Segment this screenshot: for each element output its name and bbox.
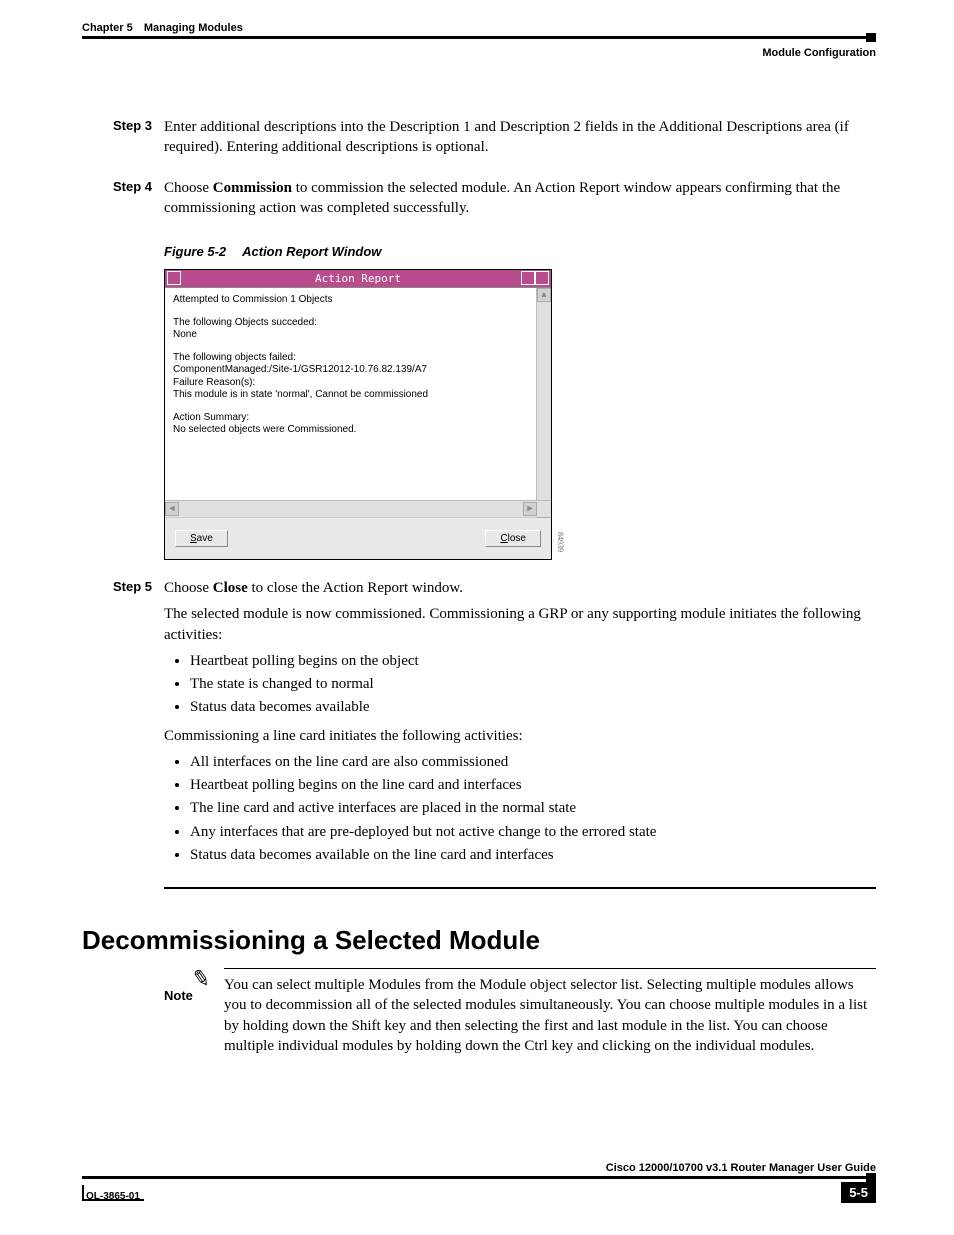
activity-list-1: Heartbeat polling begins on the object T… <box>164 651 876 718</box>
scroll-right-icon[interactable]: ► <box>523 502 537 516</box>
report-text-area: Attempted to Commission 1 Objects The fo… <box>165 288 536 500</box>
minimize-icon[interactable] <box>521 271 535 285</box>
footer-rule <box>82 1176 876 1179</box>
window-titlebar: Action Report <box>165 270 551 287</box>
figure-caption: Figure 5-2Action Report Window <box>164 244 876 259</box>
step-label: Step 4 <box>82 178 164 225</box>
list-item: The state is changed to normal <box>190 674 876 694</box>
window-title: Action Report <box>315 272 401 285</box>
page-number: 5-5 <box>841 1182 876 1203</box>
list-item: Heartbeat polling begins on the line car… <box>190 775 876 795</box>
list-item: Status data becomes available on the lin… <box>190 845 876 865</box>
guide-title: Cisco 12000/10700 v3.1 Router Manager Us… <box>82 1162 876 1174</box>
section-divider <box>164 887 876 889</box>
pencil-icon: ✎ <box>189 965 212 994</box>
scroll-up-icon[interactable]: ▲ <box>537 288 551 302</box>
section-heading: Decommissioning a Selected Module <box>82 925 876 956</box>
step-para: The selected module is now commissioned.… <box>164 604 876 645</box>
figure-ref-number: 84939 <box>556 532 565 552</box>
doc-number: OL-3865-01 <box>86 1191 140 1202</box>
note-text: You can select multiple Modules from the… <box>224 968 876 1056</box>
chapter-title: Managing Modules <box>144 22 243 34</box>
save-button[interactable]: Save <box>175 530 228 547</box>
action-report-window: Action Report Attempted to Commission 1 … <box>164 269 552 560</box>
list-item: All interfaces on the line card are also… <box>190 752 876 772</box>
button-row: Save Close <box>165 517 551 559</box>
vertical-scrollbar[interactable]: ▲ ▼ <box>536 288 551 500</box>
list-item: The line card and active interfaces are … <box>190 798 876 818</box>
maximize-icon[interactable] <box>535 271 549 285</box>
step-text: Choose Commission to commission the sele… <box>164 178 876 219</box>
section-label: Module Configuration <box>82 47 876 59</box>
list-item: Any interfaces that are pre-deployed but… <box>190 822 876 842</box>
window-menu-icon[interactable] <box>167 271 181 285</box>
scroll-left-icon[interactable]: ◄ <box>165 502 179 516</box>
step-5: Step 5 Choose Close to close the Action … <box>82 578 876 873</box>
horizontal-scrollbar[interactable]: ◄ ► <box>165 500 551 517</box>
figure-5-2: Figure 5-2Action Report Window Action Re… <box>164 244 876 560</box>
step-label: Step 5 <box>82 578 164 873</box>
step-para: Commissioning a line card initiates the … <box>164 726 876 746</box>
running-header: Chapter 5 Managing Modules <box>82 22 876 36</box>
chapter-number: Chapter 5 <box>82 22 133 34</box>
close-button[interactable]: Close <box>485 530 541 547</box>
note-block: ✎ Note You can select multiple Modules f… <box>82 968 876 1056</box>
page-footer: Cisco 12000/10700 v3.1 Router Manager Us… <box>82 1162 876 1203</box>
list-item: Status data becomes available <box>190 697 876 717</box>
step-label: Step 3 <box>82 117 164 164</box>
header-rule <box>82 36 876 39</box>
step-text: Enter additional descriptions into the D… <box>164 117 876 158</box>
step-4: Step 4 Choose Commission to commission t… <box>82 178 876 225</box>
activity-list-2: All interfaces on the line card are also… <box>164 752 876 865</box>
step-3: Step 3 Enter additional descriptions int… <box>82 117 876 164</box>
step-text: Choose Close to close the Action Report … <box>164 578 876 598</box>
list-item: Heartbeat polling begins on the object <box>190 651 876 671</box>
